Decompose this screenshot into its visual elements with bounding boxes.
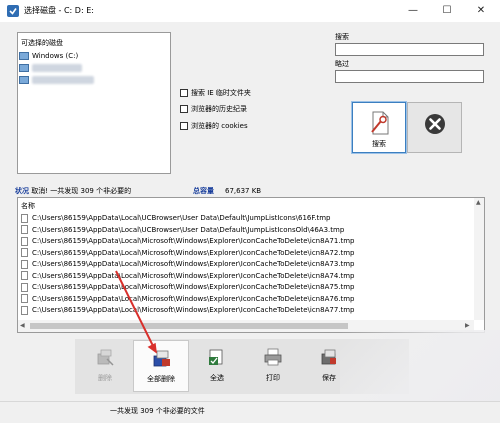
file-row[interactable]: C:\Users\86159\AppData\Local\Microsoft\W…: [21, 282, 355, 293]
file-icon: [21, 213, 28, 223]
file-path: C:\Users\86159\AppData\Local\Microsoft\W…: [32, 237, 355, 245]
status-bar-text: 一共发现 309 个非必要的文件: [110, 407, 205, 415]
cancel-search-button[interactable]: [407, 102, 462, 153]
file-path: C:\Users\86159\AppData\Local\Microsoft\W…: [32, 260, 355, 268]
option-label: 浏览器的 cookies: [191, 122, 248, 130]
file-row[interactable]: C:\Users\86159\AppData\Local\Microsoft\W…: [21, 294, 355, 305]
close-circle-icon: [425, 114, 445, 134]
drive-item-c[interactable]: Windows (C:): [19, 50, 78, 62]
file-row[interactable]: C:\Users\86159\AppData\Local\UCBrowser\U…: [21, 225, 344, 236]
search-input[interactable]: [335, 43, 484, 56]
drive-item-redacted[interactable]: [19, 62, 82, 74]
search-document-icon: [371, 111, 389, 135]
file-icon: [21, 305, 28, 315]
search-button-label: 搜索: [372, 140, 386, 148]
file-icon: [21, 294, 28, 303]
file-icon: [21, 225, 28, 234]
minimize-button[interactable]: —: [396, 0, 430, 22]
search-button[interactable]: 搜索: [351, 101, 407, 154]
file-icon: [21, 259, 28, 269]
checkbox[interactable]: [180, 122, 188, 130]
option-history[interactable]: 浏览器的历史纪录: [180, 104, 247, 114]
file-path: C:\Users\86159\AppData\Local\Microsoft\W…: [32, 294, 355, 303]
delete-button[interactable]: 删除: [77, 340, 133, 392]
scroll-up-icon[interactable]: ▲: [476, 199, 481, 206]
file-path: C:\Users\86159\AppData\Local\UCBrowser\U…: [32, 225, 345, 234]
option-label: 搜索 IE 临时文件夹: [191, 89, 251, 97]
app-icon: [7, 5, 19, 17]
delete-all-button[interactable]: 全部删除: [133, 340, 189, 392]
drive-item-label: Windows (C:): [32, 52, 79, 60]
drive-item-redacted[interactable]: [19, 74, 94, 86]
horizontal-scroll-thumb[interactable]: [30, 323, 348, 329]
drive-icon: [19, 52, 29, 60]
column-header-name[interactable]: 名称: [21, 201, 35, 211]
delete-all-button-label: 全部删除: [147, 375, 175, 383]
status-label: 状况: [15, 187, 29, 195]
maximize-button[interactable]: ☐: [430, 0, 464, 22]
status-line: 状况 取消! 一共发现 309 个非必要的 总容量 67,637 KB: [15, 185, 485, 197]
delete-button-label: 删除: [98, 374, 112, 382]
file-path: C:\Users\86159\AppData\Local\Microsoft\W…: [32, 306, 355, 314]
file-path: C:\Users\86159\AppData\Local\Microsoft\W…: [32, 248, 355, 257]
skip-input[interactable]: [335, 70, 484, 83]
checkbox[interactable]: [180, 105, 188, 113]
skip-label: 略过: [335, 60, 349, 68]
option-cookies[interactable]: 浏览器的 cookies: [180, 121, 248, 131]
drive-icon: [19, 76, 29, 84]
option-ie-temp[interactable]: 搜索 IE 临时文件夹: [180, 88, 251, 98]
delete-icon: [97, 349, 114, 366]
file-row[interactable]: C:\Users\86159\AppData\Local\Microsoft\W…: [21, 305, 355, 316]
drive-icon: [19, 64, 29, 72]
print-button-label: 打印: [266, 374, 280, 382]
redacted-label: [32, 76, 94, 84]
vertical-scrollbar[interactable]: ▲: [474, 198, 484, 320]
file-row[interactable]: C:\Users\86159\AppData\Local\Microsoft\W…: [21, 236, 355, 247]
file-icon: [21, 248, 28, 257]
select-all-icon: [209, 349, 223, 365]
file-path: C:\Users\86159\AppData\Local\Microsoft\W…: [32, 283, 355, 291]
file-path: C:\Users\86159\AppData\Local\UCBrowser\U…: [32, 214, 331, 222]
option-label: 浏览器的历史纪录: [191, 105, 247, 113]
print-button[interactable]: 打印: [245, 340, 301, 392]
file-row[interactable]: C:\Users\86159\AppData\Local\UCBrowser\U…: [21, 213, 331, 224]
total-size-label: 总容量: [193, 187, 214, 195]
file-icon: [21, 282, 28, 292]
save-icon: [321, 349, 336, 365]
printer-icon: [264, 348, 282, 366]
file-icon: [21, 271, 28, 280]
close-window-button[interactable]: ✕: [464, 0, 498, 22]
status-bar: [0, 401, 500, 423]
total-size-value: 67,637 KB: [225, 187, 262, 195]
redacted-label: [32, 64, 82, 72]
scroll-left-icon[interactable]: ◀: [20, 322, 25, 329]
checkbox[interactable]: [180, 89, 188, 97]
scroll-right-icon[interactable]: ▶: [465, 322, 470, 329]
drive-list-title: 可选择的磁盘: [21, 39, 63, 47]
window-title: 选择磁盘 - C: D: E:: [24, 6, 94, 15]
file-icon: [21, 236, 28, 246]
file-path: C:\Users\86159\AppData\Local\Microsoft\W…: [32, 271, 355, 280]
select-all-button[interactable]: 全选: [189, 340, 245, 392]
file-row[interactable]: C:\Users\86159\AppData\Local\Microsoft\W…: [21, 259, 355, 270]
delete-all-icon: [153, 350, 170, 367]
select-all-button-label: 全选: [210, 374, 224, 382]
file-row[interactable]: C:\Users\86159\AppData\Local\Microsoft\W…: [21, 271, 355, 282]
file-row[interactable]: C:\Users\86159\AppData\Local\Microsoft\W…: [21, 248, 355, 259]
status-text: 取消! 一共发现 309 个非必要的: [31, 187, 132, 195]
search-label: 搜索: [335, 33, 349, 41]
